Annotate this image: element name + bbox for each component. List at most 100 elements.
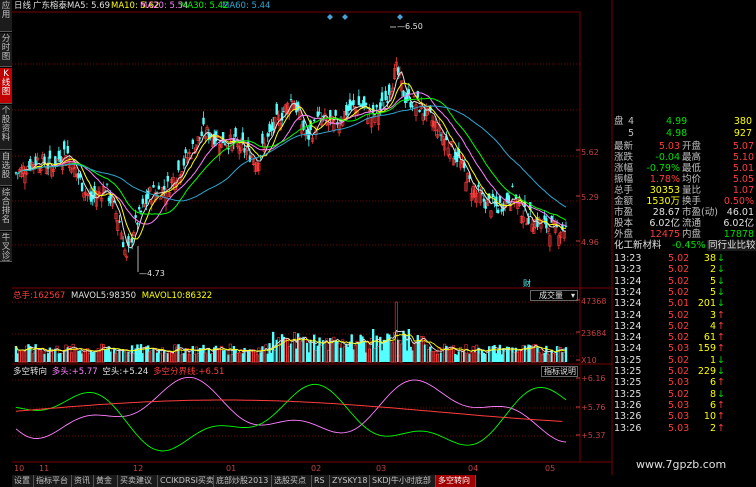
indicator-axis-label: +6.16 bbox=[581, 374, 606, 383]
arrow-up-icon: ↑ bbox=[717, 343, 725, 355]
candle-body bbox=[384, 90, 387, 101]
tick-time: 13:26 bbox=[614, 399, 642, 411]
stock-chart-window: 日线 广东榕泰 MA5: 5.69 MA10: 5.62 MA20: 5.54 … bbox=[0, 0, 756, 487]
price-axis-label: 5.62 bbox=[581, 148, 599, 157]
volume-axis-label: 23684 bbox=[581, 329, 607, 338]
arrow-up-icon: ↑ bbox=[717, 377, 725, 389]
stat-value: 5.05 bbox=[732, 174, 754, 185]
quote-stat-row: 振幅 1.78% 均价 5.05 bbox=[612, 174, 756, 185]
tab-ccikdrsi[interactable]: CCIKDRSI买卖 bbox=[158, 475, 214, 487]
high-annotation: —6.50 bbox=[397, 22, 423, 31]
quote-stat-row: 外盘 12475 内盘 17878 bbox=[612, 229, 756, 240]
candle-body bbox=[482, 198, 486, 202]
tab-stock-pick[interactable]: 选股买点 bbox=[272, 475, 312, 487]
tick-row: 13:24 5.02 61 ↑ bbox=[612, 332, 756, 343]
tab-news[interactable]: 资讯 bbox=[72, 475, 94, 487]
stat-label: 总手 bbox=[614, 185, 634, 196]
stat-label: 市盈 bbox=[614, 207, 634, 218]
stat-value: 6.02亿 bbox=[723, 218, 754, 229]
stat-value: 17878 bbox=[723, 229, 754, 240]
quote-stat-row: 市盈 28.67 市盈(动) 46.01 bbox=[612, 207, 756, 218]
tick-price: 5.03 bbox=[668, 343, 690, 355]
candle-body bbox=[511, 185, 514, 187]
tab-trade-advice[interactable]: 买卖建议 bbox=[118, 475, 158, 487]
volume-axis-label: 47368 bbox=[581, 297, 607, 306]
tick-row: 13:24 5.02 5 ↓ bbox=[612, 276, 756, 287]
stat-label: 外盘 bbox=[614, 229, 634, 240]
tick-time: 13:26 bbox=[614, 422, 642, 434]
date-axis-label: 12 bbox=[133, 464, 144, 473]
candle-body bbox=[152, 185, 155, 188]
stat-label: 换手 bbox=[682, 196, 702, 207]
arrow-down-icon: ↓ bbox=[717, 275, 725, 287]
finance-marker[interactable]: 财 bbox=[523, 279, 531, 289]
candle-body bbox=[198, 137, 202, 139]
tick-price: 5.02 bbox=[668, 275, 690, 287]
tick-time: 13:26 bbox=[614, 411, 642, 423]
candle-body bbox=[416, 91, 419, 98]
long-line bbox=[15, 376, 567, 443]
stat-value: 1530万 bbox=[646, 196, 680, 207]
chart-grid bbox=[12, 0, 613, 475]
tick-time: 13:25 bbox=[614, 366, 642, 377]
stat-value: 6.02亿 bbox=[649, 218, 680, 229]
candle-body bbox=[357, 96, 361, 106]
tab-zysky18[interactable]: ZYSKY18 bbox=[330, 475, 370, 487]
tick-price: 5.03 bbox=[668, 411, 690, 423]
volume-bars bbox=[14, 301, 568, 363]
stat-label: 量比 bbox=[682, 185, 702, 196]
candle-body bbox=[223, 143, 227, 145]
arrow-down-icon: ↓ bbox=[717, 286, 725, 298]
stat-value: 5.01 bbox=[732, 163, 754, 174]
arrow-down-icon: ↓ bbox=[717, 354, 725, 366]
tick-row: 13:24 5.03 159 ↑ bbox=[612, 343, 756, 354]
arrow-down-icon: ↓ bbox=[717, 388, 725, 400]
tab-settings[interactable]: 设置 bbox=[12, 475, 34, 487]
tick-volume: 229 bbox=[697, 366, 716, 377]
candle-body bbox=[136, 222, 139, 225]
tab-long-short[interactable]: 多空转向 bbox=[436, 475, 476, 487]
quote-stat-row: 最新 5.03 开盘 5.07 bbox=[612, 141, 756, 152]
volume-selector-button[interactable]: 成交量 ▾ bbox=[530, 290, 578, 301]
arrow-down-icon: ↓ bbox=[717, 253, 725, 264]
tick-volume: 5 bbox=[709, 286, 716, 298]
tick-row: 13:26 5.03 6 ↑ bbox=[612, 400, 756, 411]
quote-panel: 盘 4 4.99 380 5 4.98 927 最新 5.03 开盘 5.07 涨跌 -0… bbox=[612, 110, 756, 474]
indicator-help-button[interactable]: 指标说明 bbox=[541, 366, 578, 377]
candle-body bbox=[221, 132, 225, 144]
stat-value: 28.67 bbox=[652, 207, 680, 218]
tick-time: 13:25 bbox=[614, 377, 642, 389]
candle-body bbox=[289, 99, 293, 101]
tick-time: 13:23 bbox=[614, 253, 642, 264]
candle-body bbox=[418, 110, 421, 113]
candle-body bbox=[275, 103, 278, 115]
candle-body bbox=[59, 155, 62, 163]
low-annotation: —4.73 bbox=[139, 269, 165, 278]
candle-body bbox=[379, 102, 382, 110]
diamond-icon bbox=[342, 14, 348, 20]
tab-indicator-platform[interactable]: 指标平台 bbox=[34, 475, 72, 487]
candle-body bbox=[159, 197, 163, 200]
tick-volume: 8 bbox=[709, 388, 716, 400]
short-line bbox=[15, 383, 567, 452]
candle-body bbox=[318, 112, 321, 114]
candle-body bbox=[261, 133, 264, 144]
order-book-row: 5 4.98 927 bbox=[628, 128, 752, 139]
tab-gold[interactable]: 黄金 bbox=[94, 475, 118, 487]
candle-body bbox=[121, 242, 125, 248]
stat-value: 5.07 bbox=[732, 141, 754, 152]
stat-value: 5.10 bbox=[732, 152, 754, 163]
candlesticks bbox=[14, 57, 568, 261]
tab-skdj[interactable]: SKDJ牛小时底部 bbox=[370, 475, 436, 487]
diamond-icon bbox=[397, 14, 403, 20]
tab-rs[interactable]: RS bbox=[312, 475, 330, 487]
sector-row[interactable]: 化工新材料 -0.45% 同行业比较 bbox=[612, 240, 756, 251]
stat-label: 开盘 bbox=[682, 141, 702, 152]
stat-label: 振幅 bbox=[614, 174, 634, 185]
volume-legend: 总手:162567 MAVOL5:98350 MAVOL10:86322 bbox=[13, 291, 213, 301]
stat-label: 内盘 bbox=[682, 229, 702, 240]
tab-bottom-2013[interactable]: 底部炒股2013 bbox=[214, 475, 272, 487]
tick-volume: 3 bbox=[709, 309, 716, 321]
stat-label: 最低 bbox=[682, 163, 702, 174]
stat-label: 涨跌 bbox=[614, 152, 634, 163]
